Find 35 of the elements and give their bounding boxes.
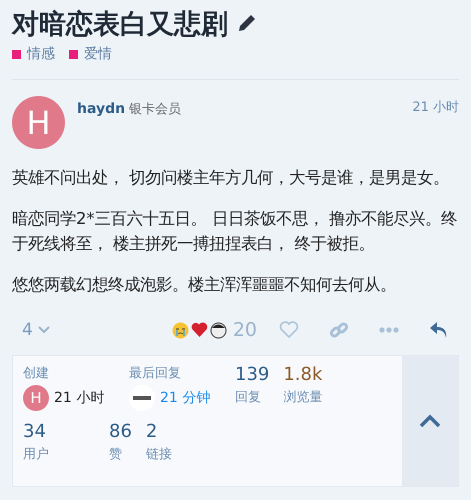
topic-title: 对暗恋表白又悲剧 (12, 8, 228, 42)
summary-count: 86 (109, 421, 132, 442)
reaction-count: 20 (232, 319, 257, 341)
summary-label: 最后回复 (129, 365, 182, 382)
crying-face-icon[interactable] (172, 322, 189, 338)
summary-label: 用户 (23, 446, 49, 463)
replies-toggle[interactable]: 4 (22, 320, 51, 340)
category-label: 情感 (27, 45, 55, 63)
category-label: 爱情 (84, 45, 112, 63)
category-tag[interactable]: 情感 (12, 45, 55, 63)
summary-count: 139 (235, 364, 270, 385)
summary-time: 21 小时 (54, 389, 104, 407)
summary-count: 34 (23, 421, 47, 442)
post-paragraph: 英雄不问出处， 切勿问楼主年方几何，大号是谁，是男是女。 (12, 167, 450, 189)
post-paragraph: 暗恋同学2*三百六十五日。 日日茶饭不思， 撸亦不能尽兴。终于死线将至， 楼主拼死一搏扭捏表白， 终于被拒。 (12, 208, 458, 255)
post-time[interactable]: 21 小时 (412, 98, 459, 116)
summary-count: 2 (146, 421, 158, 442)
summary-label: 创建 (23, 365, 50, 382)
reply-icon[interactable] (429, 321, 449, 339)
username[interactable]: haydn (77, 101, 126, 117)
pencil-icon[interactable] (236, 14, 256, 34)
summary-label: 回复 (235, 389, 262, 406)
chevron-down-icon (36, 325, 51, 335)
user-avatar[interactable] (129, 385, 155, 411)
summary-count: 1.8k (283, 364, 322, 385)
user-title: 银卡会员 (129, 102, 182, 117)
summary-time[interactable]: 21 分钟 (160, 389, 210, 407)
summary-label: 赞 (109, 446, 123, 463)
post-paragraph: 悠悠两载幻想终成泡影。楼主浑浑噩噩不知何去何从。 (12, 274, 397, 296)
chevron-up-icon (419, 414, 441, 428)
summary-label: 链接 (146, 446, 172, 463)
user-avatar[interactable]: H (12, 96, 65, 149)
user-avatar[interactable]: H (23, 385, 49, 411)
summary-label: 浏览量 (283, 389, 322, 406)
category-tag[interactable]: 爱情 (69, 45, 112, 63)
